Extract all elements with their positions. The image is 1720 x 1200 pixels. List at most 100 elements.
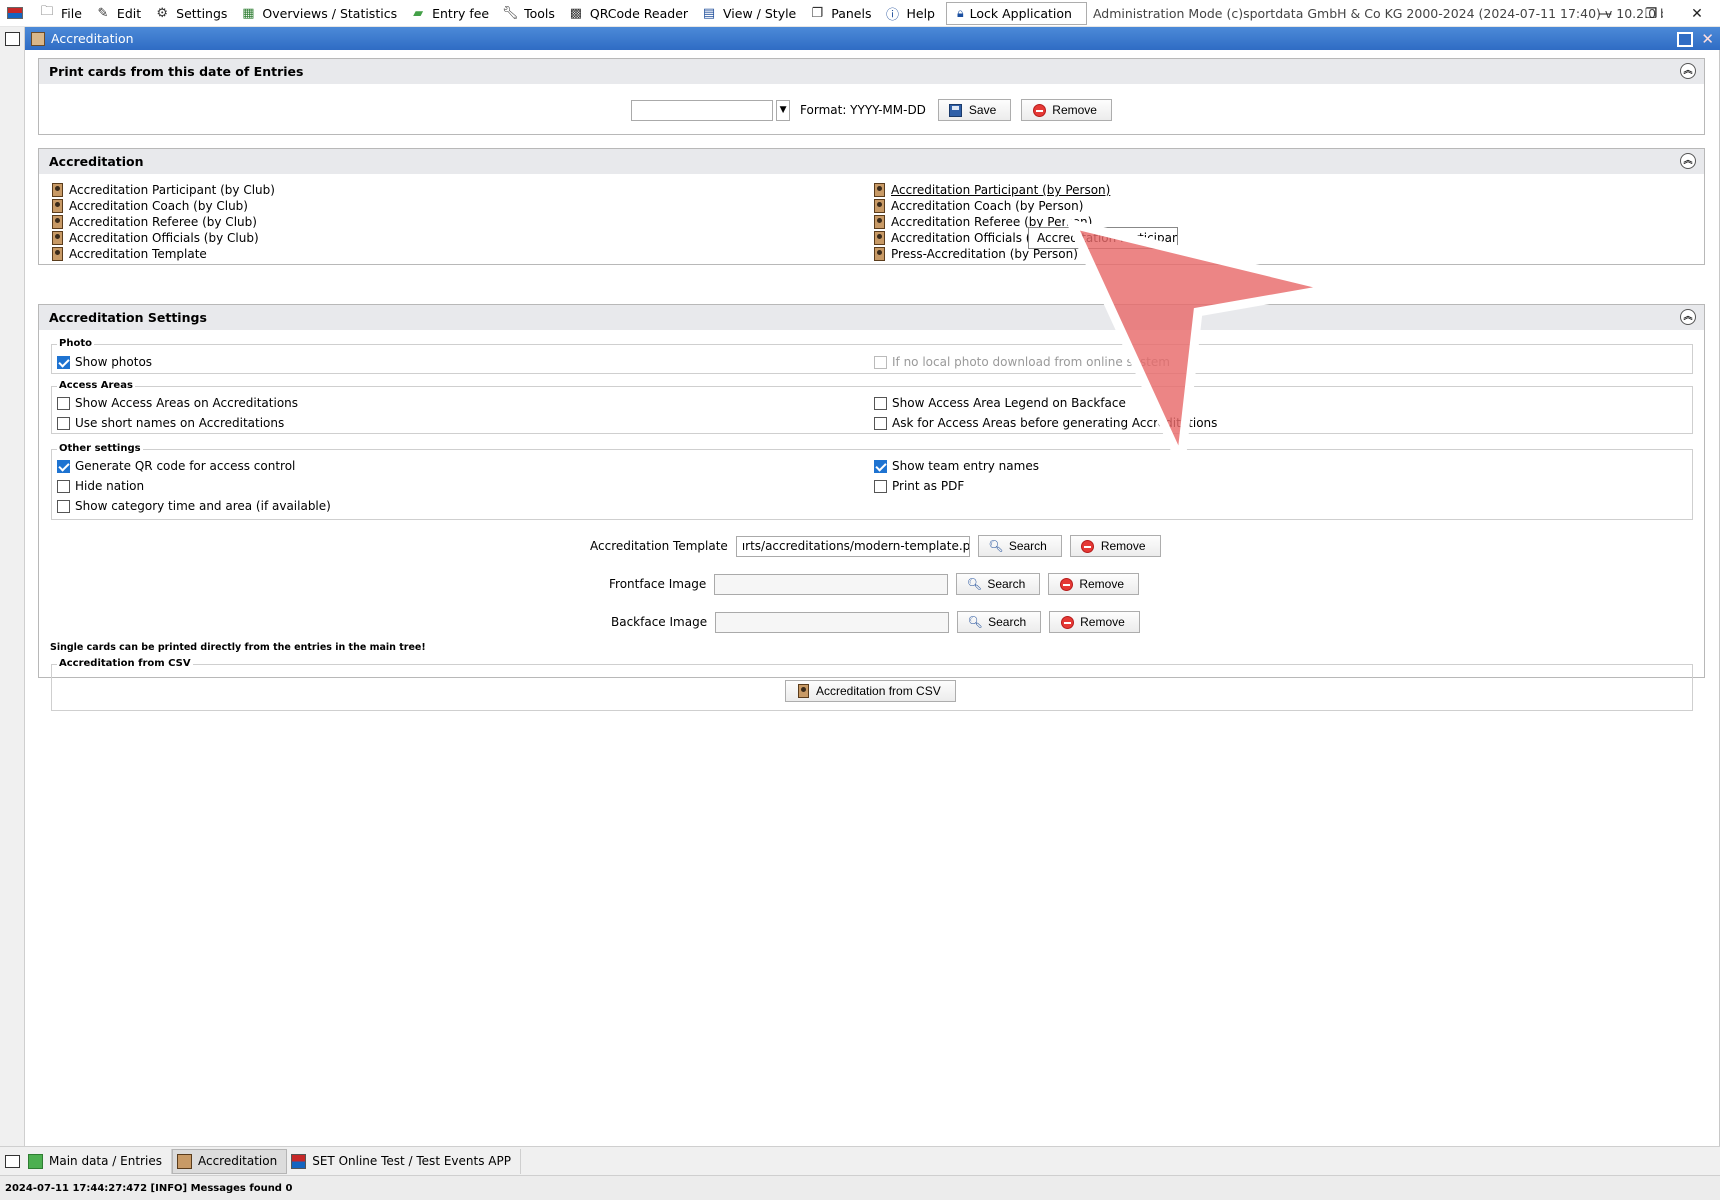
close-icon[interactable]: ✕ — [1674, 0, 1720, 27]
menu-file[interactable]: 🗀 File — [33, 0, 89, 27]
team-names-checkbox[interactable]: Show team entry names — [874, 459, 1039, 473]
template-remove-button[interactable]: Remove — [1069, 535, 1161, 557]
menu-settings[interactable]: ⚙ Settings — [148, 0, 234, 27]
flag-icon — [291, 1153, 307, 1169]
restore-window-icon[interactable] — [1677, 31, 1694, 47]
link-participant-by-club[interactable]: Accreditation Participant (by Club) — [52, 182, 275, 198]
frontface-remove-button[interactable]: Remove — [1048, 573, 1140, 595]
close-document-icon[interactable]: ✕ — [1701, 30, 1714, 48]
link-coach-by-club[interactable]: Accreditation Coach (by Club) — [52, 198, 275, 214]
menu-edit[interactable]: ✎ Edit — [89, 0, 148, 27]
tab-main-data-entries[interactable]: Main data / Entries — [24, 1148, 172, 1174]
remove-date-button[interactable]: Remove — [1021, 99, 1112, 121]
restore-icon[interactable]: ❐ — [1628, 0, 1674, 27]
template-path-input[interactable]: ırts/accreditations/modern-template.prpt — [735, 535, 970, 557]
frontface-label: Frontface Image — [609, 577, 707, 591]
panels-icon: ❐ — [811, 5, 824, 21]
accreditation-from-csv-button[interactable]: Accreditation from CSV — [785, 680, 956, 702]
left-side-strip — [0, 27, 25, 1175]
frontface-image-input[interactable] — [714, 573, 949, 595]
access-areas-group: Access Areas Show Access Areas on Accred… — [51, 380, 1693, 434]
tab-set-online-test[interactable]: SET Online Test / Test Events APP — [287, 1148, 521, 1174]
category-time-checkbox[interactable]: Show category time and area (if availabl… — [57, 499, 331, 513]
menu-tools[interactable]: 🔧︎ Tools — [496, 0, 562, 27]
menu-view-style[interactable]: ▤ View / Style — [695, 0, 803, 27]
badge-icon — [874, 247, 885, 261]
lock-application-button[interactable]: 🔒︎ Lock Application — [945, 1, 1087, 25]
backface-label: Backface Image — [611, 615, 708, 629]
menu-overviews-statistics[interactable]: ▦ Overviews / Statistics — [234, 0, 404, 27]
other-settings-group: Other settings Generate QR code for acce… — [51, 443, 1693, 520]
link-participant-by-person[interactable]: Accreditation Participant (by Person) — [874, 182, 1110, 198]
format-label: Format: YYYY-MM-DD — [800, 103, 926, 117]
frontface-row: Frontface Image 🔍︎ Search Remove — [609, 573, 1140, 595]
remove-icon — [1081, 539, 1095, 553]
group-title: Accreditation from CSV — [57, 658, 193, 669]
search-icon: 🔍︎ — [966, 577, 982, 591]
accreditation-panel: Accreditation ︽ Accreditation Participan… — [38, 148, 1705, 265]
windows-list-icon[interactable] — [5, 32, 20, 46]
menu-help[interactable]: ⓘ Help — [878, 0, 942, 27]
checkbox — [874, 416, 887, 430]
remove-icon — [1060, 615, 1074, 629]
show-photos-checkbox[interactable]: Show photos — [57, 355, 152, 369]
link-accreditation-template[interactable]: Accreditation Template — [52, 246, 275, 262]
file-icon: 🗀 — [40, 4, 54, 19]
checkbox-checked — [57, 355, 70, 369]
link-referee-by-club[interactable]: Accreditation Referee (by Club) — [52, 214, 275, 230]
content-area: Print cards from this date of Entries ︽ … — [25, 50, 1720, 1146]
save-button[interactable]: Save — [937, 99, 1012, 121]
tab-accreditation[interactable]: Accreditation — [171, 1148, 288, 1174]
panel-header: Accreditation Settings ︽ — [39, 305, 1704, 330]
windows-icon[interactable] — [0, 1147, 24, 1176]
collapse-icon[interactable]: ︽ — [1680, 153, 1696, 169]
short-names-checkbox[interactable]: Use short names on Accreditations — [57, 416, 284, 430]
by-club-links: Accreditation Participant (by Club) Accr… — [52, 182, 275, 262]
menu-panels[interactable]: ❐ Panels — [803, 0, 878, 27]
template-label: Accreditation Template — [590, 539, 728, 553]
view-icon: ▤ — [702, 5, 716, 21]
wrench-icon: 🔧︎ — [501, 5, 519, 21]
frontface-search-button[interactable]: 🔍︎ Search — [956, 573, 1041, 595]
print-pdf-checkbox[interactable]: Print as PDF — [874, 479, 964, 493]
link-officials-by-club[interactable]: Accreditation Officials (by Club) — [52, 230, 275, 246]
qr-code-checkbox[interactable]: Generate QR code for access control — [57, 459, 295, 473]
minimize-icon[interactable]: — — [1582, 0, 1628, 27]
badge-icon — [52, 247, 63, 261]
search-icon: 🔍︎ — [967, 615, 983, 629]
badge-icon — [874, 215, 885, 229]
backface-search-button[interactable]: 🔍︎ Search — [957, 611, 1042, 633]
edit-icon: ✎ — [97, 5, 109, 21]
window-controls: — ❐ ✕ — [1582, 0, 1720, 27]
chevron-down-icon[interactable]: ▼ — [776, 99, 791, 121]
hide-nation-checkbox[interactable]: Hide nation — [57, 479, 144, 493]
accreditation-badge-icon — [31, 31, 45, 46]
badge-icon — [874, 183, 885, 197]
bottom-tab-bar: Main data / Entries Accreditation SET On… — [0, 1146, 1720, 1175]
save-icon — [949, 103, 963, 117]
menu-qrcode-reader[interactable]: ▩ QRCode Reader — [562, 0, 695, 27]
backface-remove-button[interactable]: Remove — [1049, 611, 1140, 633]
template-search-button[interactable]: 🔍︎ Search — [977, 535, 1062, 557]
menu-entry-fee[interactable]: ▰ Entry fee — [404, 0, 496, 27]
checkbox — [57, 396, 70, 410]
badge-icon — [797, 684, 809, 698]
badge-icon — [52, 199, 63, 213]
checkbox — [57, 479, 70, 493]
app-flag-icon — [7, 7, 23, 19]
group-title: Photo — [57, 338, 94, 349]
arrow-shape — [1064, 217, 1337, 470]
help-icon: ⓘ — [885, 7, 899, 23]
entries-date-input[interactable] — [631, 99, 774, 121]
lock-icon: 🔒︎ — [956, 5, 964, 20]
backface-image-input[interactable] — [715, 611, 950, 633]
qrcode-icon: ▩ — [569, 5, 583, 21]
show-access-areas-checkbox[interactable]: Show Access Areas on Accreditations — [57, 396, 298, 410]
admin-mode-title: Administration Mode (c)sportdata GmbH & … — [1092, 5, 1663, 21]
collapse-icon[interactable]: ︽ — [1680, 63, 1696, 79]
gear-icon: ⚙ — [156, 5, 168, 21]
panel-header: Accreditation ︽ — [39, 149, 1704, 174]
collapse-icon[interactable]: ︽ — [1680, 309, 1696, 325]
checkbox — [57, 499, 70, 513]
group-title: Access Areas — [57, 380, 135, 391]
